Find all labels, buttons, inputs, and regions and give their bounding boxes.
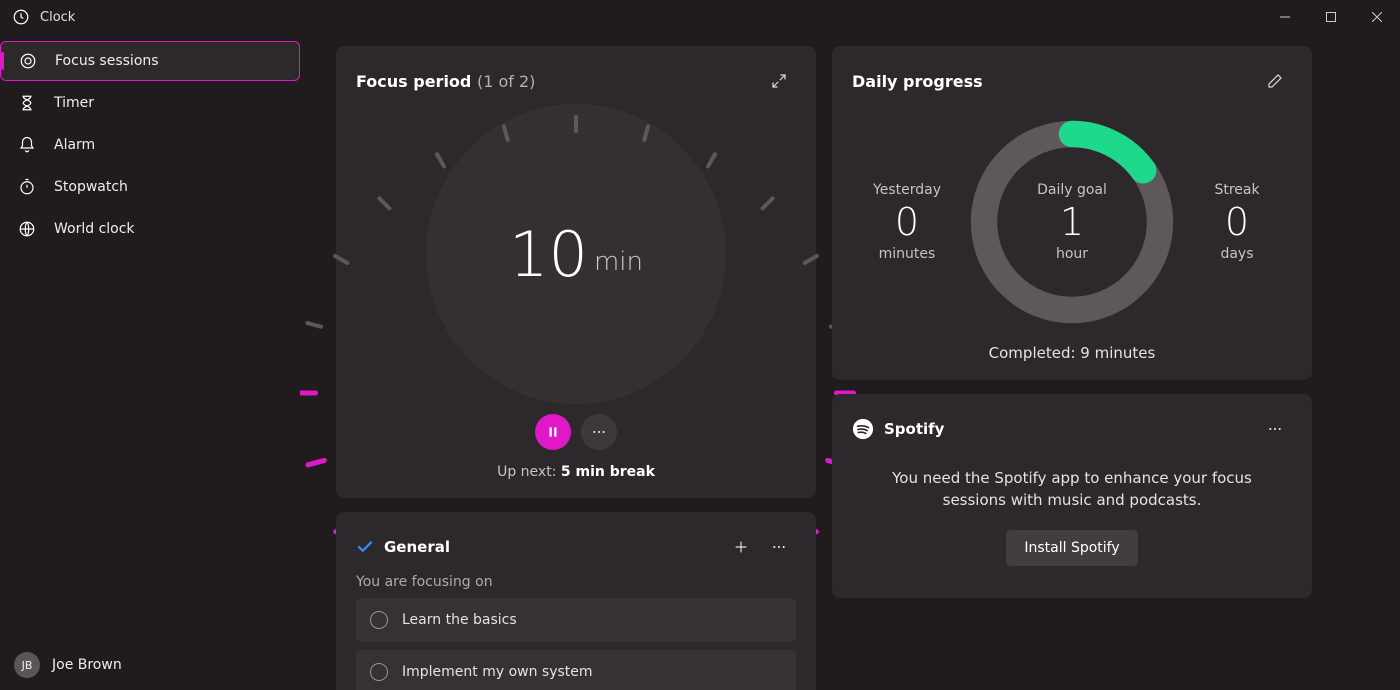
task-label: Learn the basics xyxy=(402,612,517,628)
close-button[interactable] xyxy=(1354,0,1400,34)
task-radio[interactable] xyxy=(370,611,388,629)
focusing-on-label: You are focusing on xyxy=(356,574,796,590)
dial-tick xyxy=(333,253,351,265)
title-bar-left: Clock xyxy=(12,8,75,26)
focus-period-card: Focus period (1 of 2) 10 min xyxy=(336,46,816,498)
sidebar-item-label: Alarm xyxy=(54,137,95,153)
edit-goal-button[interactable] xyxy=(1258,64,1292,98)
focus-dial: 10 min xyxy=(426,104,726,404)
spotify-icon xyxy=(852,418,874,440)
sidebar-item-label: Focus sessions xyxy=(55,53,159,69)
sidebar-item-label: Timer xyxy=(54,95,94,111)
dial-tick xyxy=(802,253,820,265)
dial-tick xyxy=(305,457,328,468)
dial-tick xyxy=(300,391,318,396)
sidebar-item-timer[interactable]: Timer xyxy=(0,83,300,123)
hourglass-icon xyxy=(16,94,38,112)
pause-button[interactable] xyxy=(535,414,571,450)
window-controls xyxy=(1262,0,1400,34)
app-icon xyxy=(12,8,30,26)
focus-period-title: Focus period (1 of 2) xyxy=(356,72,535,91)
dial-tick xyxy=(760,196,776,212)
install-spotify-button[interactable]: Install Spotify xyxy=(1006,530,1137,566)
spotify-brand: Spotify xyxy=(852,418,944,440)
globe-icon xyxy=(16,220,38,238)
task-radio[interactable] xyxy=(370,663,388,681)
add-task-button[interactable] xyxy=(724,530,758,564)
expand-button[interactable] xyxy=(762,64,796,98)
stopwatch-icon xyxy=(16,178,38,196)
todo-icon xyxy=(356,538,374,556)
daily-progress-card: Daily progress Yesterday 0 minutes xyxy=(832,46,1312,380)
task-label: Implement my own system xyxy=(402,664,593,680)
stat-streak: Streak 0 days xyxy=(1182,182,1292,262)
sidebar-item-label: Stopwatch xyxy=(54,179,128,195)
spotify-message: You need the Spotify app to enhance your… xyxy=(882,468,1262,512)
app-title: Clock xyxy=(40,10,75,25)
focus-icon xyxy=(17,52,39,70)
tasks-card: General You are focusing on Learn the ba… xyxy=(336,512,816,690)
stat-yesterday: Yesterday 0 minutes xyxy=(852,182,962,262)
focus-more-button[interactable] xyxy=(581,414,617,450)
completed-text: Completed: 9 minutes xyxy=(852,344,1292,362)
spotify-card: Spotify You need the Spotify app to enha… xyxy=(832,394,1312,598)
dial-tick xyxy=(574,115,578,133)
sidebar-item-world-clock[interactable]: World clock xyxy=(0,209,300,249)
sidebar-item-stopwatch[interactable]: Stopwatch xyxy=(0,167,300,207)
focus-time-value: 10 xyxy=(509,218,588,291)
main-content: Focus period (1 of 2) 10 min xyxy=(300,0,1400,690)
focus-time-unit: min xyxy=(594,247,643,277)
task-item[interactable]: Learn the basics xyxy=(356,598,796,642)
sidebar-item-alarm[interactable]: Alarm xyxy=(0,125,300,165)
avatar-initials: JB xyxy=(22,659,33,672)
user-name: Joe Brown xyxy=(52,657,122,673)
minimize-button[interactable] xyxy=(1262,0,1308,34)
sidebar: Focus sessions Timer Alarm Stopwatch Wor… xyxy=(0,0,300,690)
bell-icon xyxy=(16,136,38,154)
spotify-more-button[interactable] xyxy=(1258,412,1292,446)
focus-period-progress: (1 of 2) xyxy=(477,72,535,91)
tasks-more-button[interactable] xyxy=(762,530,796,564)
task-item[interactable]: Implement my own system xyxy=(356,650,796,690)
avatar: JB xyxy=(14,652,40,678)
user-account-row[interactable]: JB Joe Brown xyxy=(0,640,300,690)
up-next-row: Up next: 5 min break xyxy=(497,464,655,480)
sidebar-item-label: World clock xyxy=(54,221,135,237)
daily-progress-title: Daily progress xyxy=(852,72,983,91)
tasks-list-title[interactable]: General xyxy=(356,538,450,556)
dial-tick xyxy=(305,321,323,330)
maximize-button[interactable] xyxy=(1308,0,1354,34)
sidebar-item-focus-sessions[interactable]: Focus sessions xyxy=(0,41,300,81)
progress-ring: Daily goal 1 hour xyxy=(962,112,1182,332)
title-bar: Clock xyxy=(0,0,1400,34)
up-next-value: 5 min break xyxy=(561,464,655,480)
dial-tick xyxy=(377,196,393,212)
